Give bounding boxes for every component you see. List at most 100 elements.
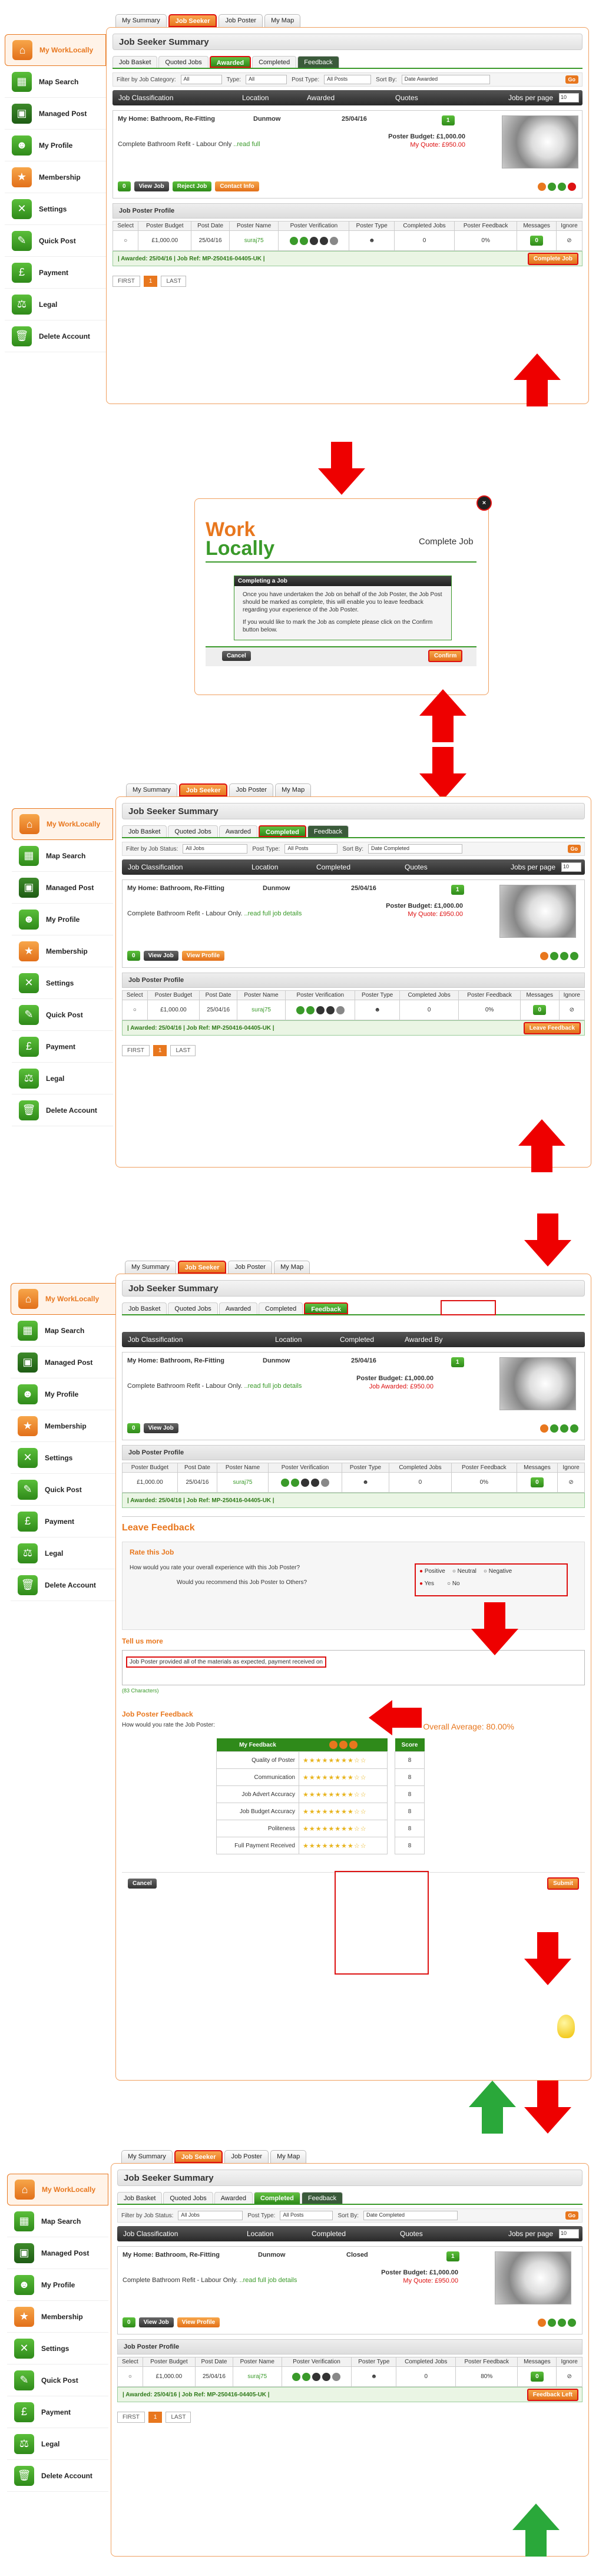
sidebar-item-managed-post[interactable]: ▣ Managed Post [7,2237,108,2269]
view-profile-button[interactable]: View Profile [177,2317,220,2327]
col-location[interactable]: Location [241,2230,306,2238]
job-poster-profile-header[interactable]: Job Poster Profile [122,973,585,988]
star-rating[interactable]: ★★★★★★★★☆☆ [299,1785,388,1803]
thumb-icon[interactable] [560,952,568,960]
sidebar-item-my-profile[interactable]: ☻ My Profile [11,1378,117,1410]
tab-awarded[interactable]: Awarded [219,1302,258,1314]
col-classification[interactable]: Job Classification [122,1335,269,1344]
job-title[interactable]: My Home: Bathroom, Re-Fitting [118,115,236,125]
sidebar-item-settings[interactable]: ✕ Settings [11,1442,117,1474]
sidebar-item-managed-post[interactable]: ▣ Managed Post [12,872,113,904]
thumb-icon[interactable] [548,183,556,191]
tab-my-map[interactable]: My Map [275,783,312,796]
col-classification[interactable]: Job Classification [112,94,236,102]
col-awarded-by[interactable]: Awarded By [399,1335,487,1344]
sidebar-item-map-search[interactable]: ▦ Map Search [5,66,106,98]
star-rating[interactable]: ★★★★★★★★☆☆ [299,1837,388,1854]
tab-my-map[interactable]: My Map [264,14,301,27]
message-icon[interactable]: 0 [123,2317,135,2327]
sort-select[interactable]: Date Completed [368,844,463,854]
feedback-left-button[interactable]: Feedback Left [527,2389,578,2401]
tab-my-summary[interactable]: My Summary [125,1261,176,1274]
star-rating[interactable]: ★★★★★★★★☆☆ [299,1803,388,1820]
thumb-icon[interactable] [548,2319,556,2327]
tab-job-poster[interactable]: Job Poster [219,14,263,27]
page-first[interactable]: FIRST [117,2412,145,2423]
tab-job-seeker[interactable]: Job Seeker [177,1261,227,1274]
col-location[interactable]: Location [236,94,301,102]
tab-quoted-jobs[interactable]: Quoted Jobs [168,1302,218,1314]
tab-job-poster[interactable]: Job Poster [229,783,274,796]
view-profile-button[interactable]: View Profile [181,951,225,961]
tab-awarded[interactable]: Awarded [219,825,258,837]
confirm-button[interactable]: Confirm [428,650,463,662]
message-icon[interactable]: 0 [530,236,543,246]
flag-icon[interactable] [568,183,576,191]
read-full-link[interactable]: ..read full job details [244,1383,302,1390]
sidebar-item-my-worklocally[interactable]: ⌂ My WorkLocally [11,1283,117,1315]
page-last[interactable]: LAST [170,1045,196,1056]
col-completed[interactable]: Completed [310,863,399,871]
reject-job-button[interactable]: Reject Job [172,181,212,191]
type-select[interactable]: All [246,75,287,84]
col-completed[interactable]: Completed [334,1335,399,1344]
sidebar-item-my-profile[interactable]: ☻ My Profile [12,904,113,935]
sidebar-item-membership[interactable]: ★ Membership [7,2301,108,2333]
sidebar-item-my-worklocally[interactable]: ⌂ My WorkLocally [7,2174,108,2205]
sidebar-item-payment[interactable]: £ Payment [12,1031,113,1063]
col-classification[interactable]: Job Classification [117,2230,241,2238]
tab-job-basket[interactable]: Job Basket [112,56,158,68]
sidebar-item-payment[interactable]: £ Payment [5,257,106,289]
sidebar-item-quick-post[interactable]: ✎ Quick Post [7,2365,108,2396]
sidebar-item-settings[interactable]: ✕ Settings [5,193,106,225]
per-page-select[interactable]: 10 [559,2229,579,2238]
sidebar-item-legal[interactable]: ⚖ Legal [12,1063,113,1094]
ignore-icon[interactable]: ⊘ [556,2366,583,2387]
job-status-select[interactable]: All Jobs [183,844,248,854]
message-icon[interactable]: 0 [531,1477,544,1487]
sidebar-item-membership[interactable]: ★ Membership [5,161,106,193]
per-page-select[interactable]: 10 [561,862,581,872]
contact-info-button[interactable]: Contact Info [215,181,259,191]
read-full-link[interactable]: ..read full job details [240,2277,297,2284]
job-poster-profile-header[interactable]: Job Poster Profile [117,2339,583,2355]
col-classification[interactable]: Job Classification [122,863,246,871]
sidebar-item-my-profile[interactable]: ☻ My Profile [7,2269,108,2301]
job-poster-profile-header[interactable]: Job Poster Profile [122,1445,585,1460]
tab-job-seeker[interactable]: Job Seeker [168,14,217,27]
tab-job-seeker[interactable]: Job Seeker [174,2150,223,2163]
sidebar-item-membership[interactable]: ★ Membership [11,1410,117,1442]
go-button[interactable]: Go [565,2211,578,2220]
post-type-select[interactable]: All Posts [284,844,338,854]
col-completed[interactable]: Completed [306,2230,394,2238]
sidebar-item-settings[interactable]: ✕ Settings [12,967,113,999]
tab-my-summary[interactable]: My Summary [121,2150,173,2163]
sidebar-item-my-profile[interactable]: ☻ My Profile [5,130,106,161]
col-quotes[interactable]: Quotes [399,863,469,871]
page-1[interactable]: 1 [153,1045,167,1056]
post-type-select[interactable]: All Posts [280,2211,333,2220]
tab-job-basket[interactable]: Job Basket [117,2192,163,2204]
tab-completed[interactable]: Completed [252,56,297,68]
sidebar-item-my-worklocally[interactable]: ⌂ My WorkLocally [5,34,106,66]
view-job-button[interactable]: View Job [134,181,169,191]
tab-my-summary[interactable]: My Summary [126,783,177,796]
select-radio[interactable]: ○ [117,2366,143,2387]
tab-job-basket[interactable]: Job Basket [122,1302,167,1314]
tab-job-basket[interactable]: Job Basket [122,825,167,837]
message-icon[interactable]: 0 [127,951,140,961]
page-last[interactable]: LAST [161,276,187,287]
sidebar-item-settings[interactable]: ✕ Settings [7,2333,108,2365]
sidebar-item-delete-account[interactable]: 🗑 Delete Account [11,1569,117,1601]
tab-completed[interactable]: Completed [259,825,306,837]
col-location[interactable]: Location [269,1335,334,1344]
go-button[interactable]: Go [565,75,578,84]
sidebar-item-map-search[interactable]: ▦ Map Search [7,2205,108,2237]
poster-name-link[interactable]: suraj75 [217,1472,269,1493]
tab-feedback[interactable]: Feedback [297,56,339,68]
message-icon[interactable]: 0 [531,2372,544,2382]
ignore-icon[interactable]: ⊘ [557,1472,585,1493]
job-title[interactable]: My Home: Bathroom, Re-Fitting [127,885,245,895]
select-radio[interactable]: ○ [122,1000,148,1020]
sidebar-item-map-search[interactable]: ▦ Map Search [11,1315,117,1347]
